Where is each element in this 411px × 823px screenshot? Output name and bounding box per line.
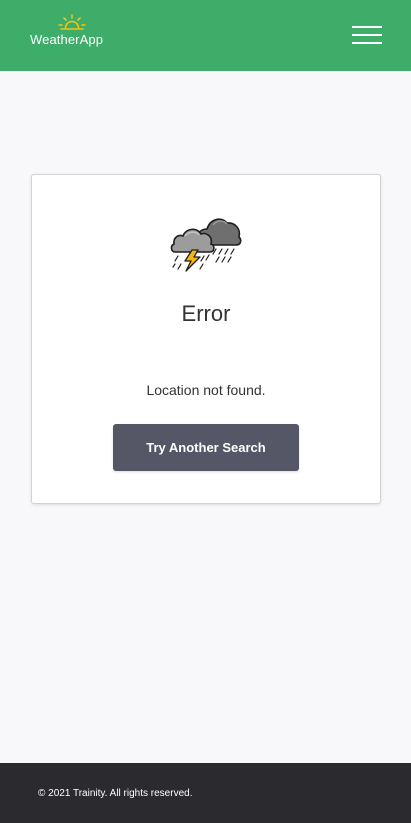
sunrise-icon (58, 14, 86, 30)
brand-name: WeatherApp (30, 32, 104, 47)
error-card: Error Location not found. Try Another Se… (31, 174, 381, 504)
brand-logo-link[interactable]: WeatherApp (30, 14, 120, 54)
copyright-text: © 2021 Trainity. All rights reserved. (38, 788, 193, 799)
app-footer: © 2021 Trainity. All rights reserved. (0, 763, 411, 823)
error-message: Location not found. (146, 382, 266, 398)
app-header: WeatherApp (0, 0, 411, 71)
error-title: Error (181, 301, 231, 326)
try-another-search-button[interactable]: Try Another Search (113, 424, 299, 471)
hamburger-menu-button[interactable] (350, 24, 384, 48)
thunderstorm-icon (170, 218, 242, 272)
